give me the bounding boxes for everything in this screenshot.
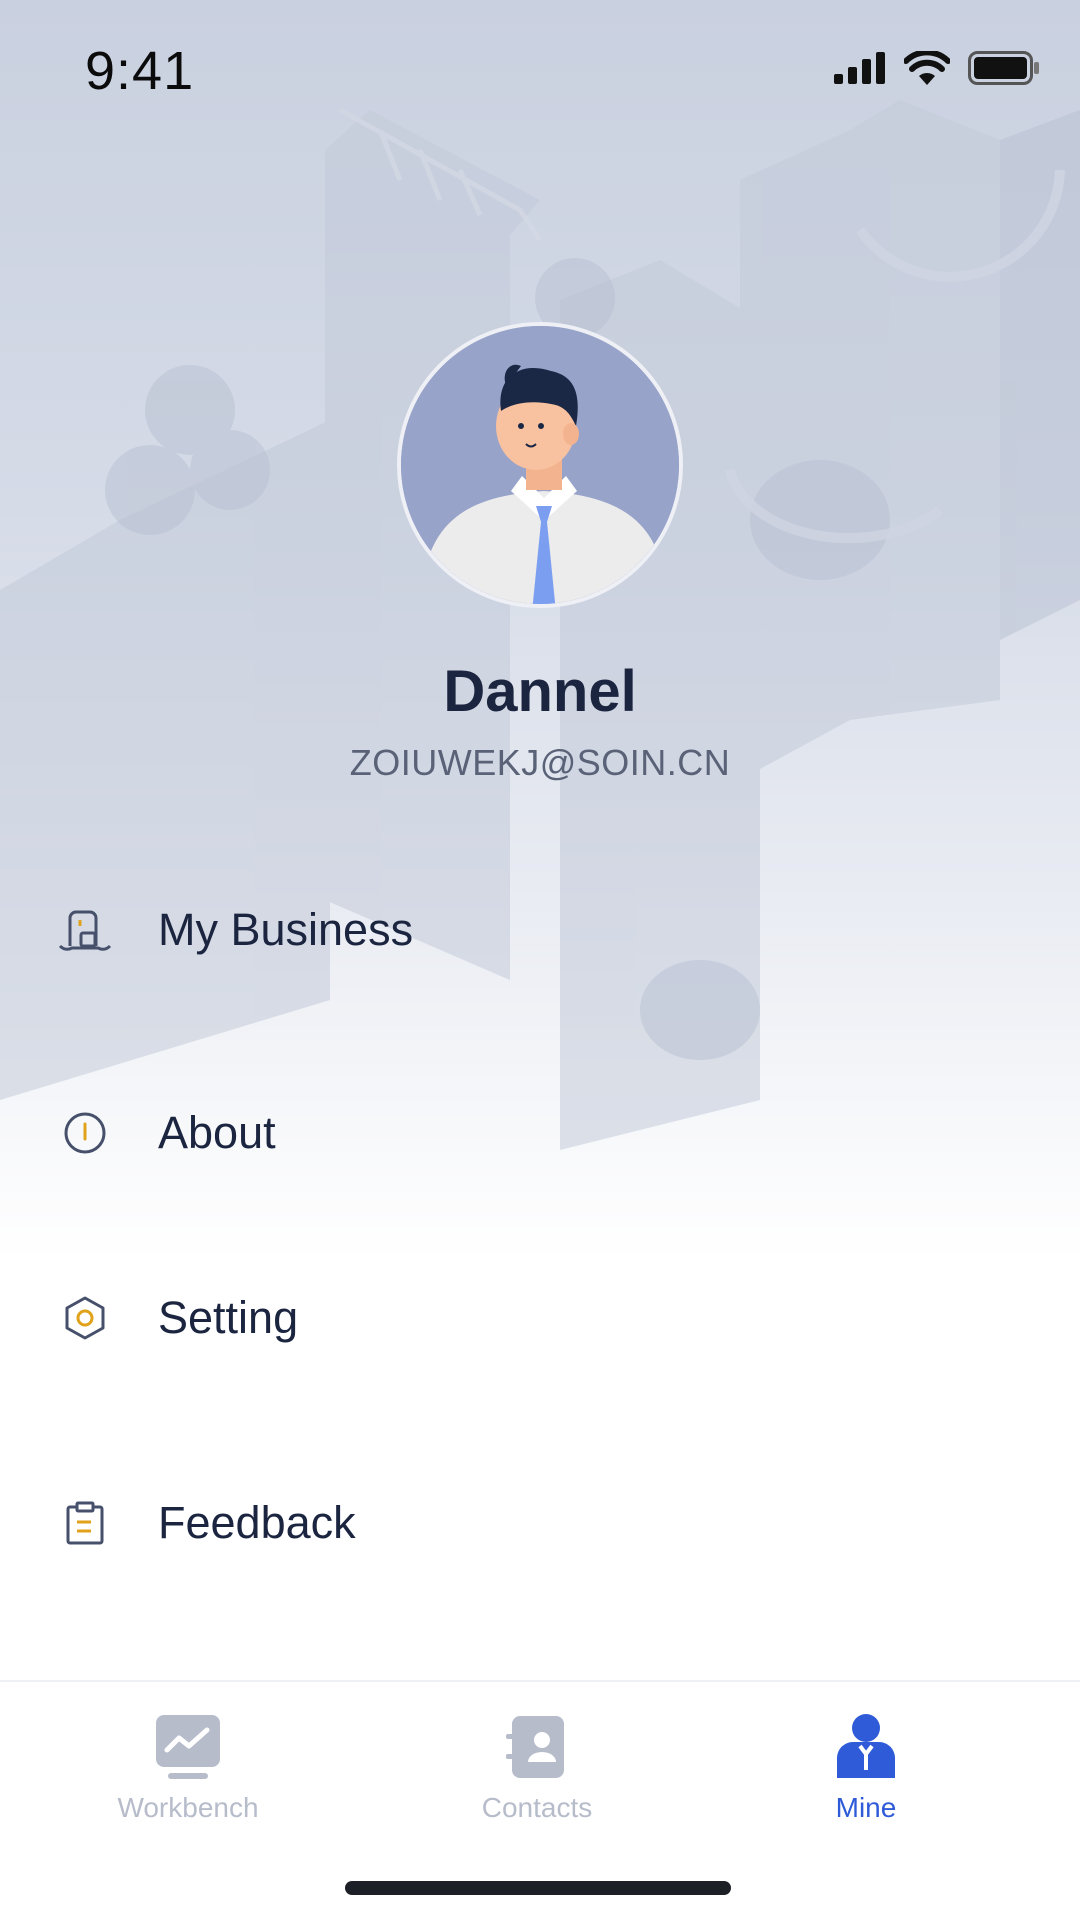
menu-item-label: Feedback — [158, 1497, 356, 1548]
home-indicator[interactable] — [345, 1881, 731, 1895]
user-email: ZOIUWEKJ@SOIN.CN — [349, 742, 731, 783]
menu-item-label: About — [158, 1107, 276, 1158]
tab-label: Workbench — [117, 1792, 259, 1823]
menu-item-label: My Business — [158, 904, 414, 955]
contacts-icon — [502, 1712, 572, 1782]
menu-item-my-business[interactable]: My Business — [0, 860, 1080, 1000]
menu-item-feedback[interactable]: Feedback — [0, 1453, 1080, 1593]
wifi-icon — [904, 51, 950, 85]
status-bar: 9:41 — [0, 0, 1080, 150]
menu-item-label: Setting — [158, 1292, 299, 1343]
tab-contacts[interactable]: Contacts — [407, 1712, 667, 1842]
user-avatar-illustration — [401, 326, 679, 604]
tab-label: Mine — [835, 1792, 897, 1823]
settings-icon — [58, 1291, 112, 1345]
tab-mine[interactable]: Mine — [736, 1712, 996, 1842]
menu-item-setting[interactable]: Setting — [0, 1248, 1080, 1388]
user-name: Dannel — [443, 659, 637, 724]
person-icon — [831, 1712, 901, 1782]
mine-screen: 9:41 Dannel ZOIUWEKJ@SOIN.CN My Business… — [0, 0, 1080, 1920]
battery-icon — [968, 51, 1039, 85]
info-icon — [58, 1106, 112, 1160]
workbench-icon — [153, 1712, 223, 1782]
status-icons — [834, 48, 1040, 88]
tab-label: Contacts — [481, 1792, 593, 1823]
business-icon — [58, 903, 112, 957]
status-time: 9:41 — [85, 41, 195, 101]
menu-item-about[interactable]: About — [0, 1063, 1080, 1203]
avatar[interactable] — [397, 322, 683, 608]
tab-workbench[interactable]: Workbench — [58, 1712, 318, 1842]
cellular-signal-icon — [834, 52, 885, 84]
clipboard-icon — [58, 1496, 112, 1550]
